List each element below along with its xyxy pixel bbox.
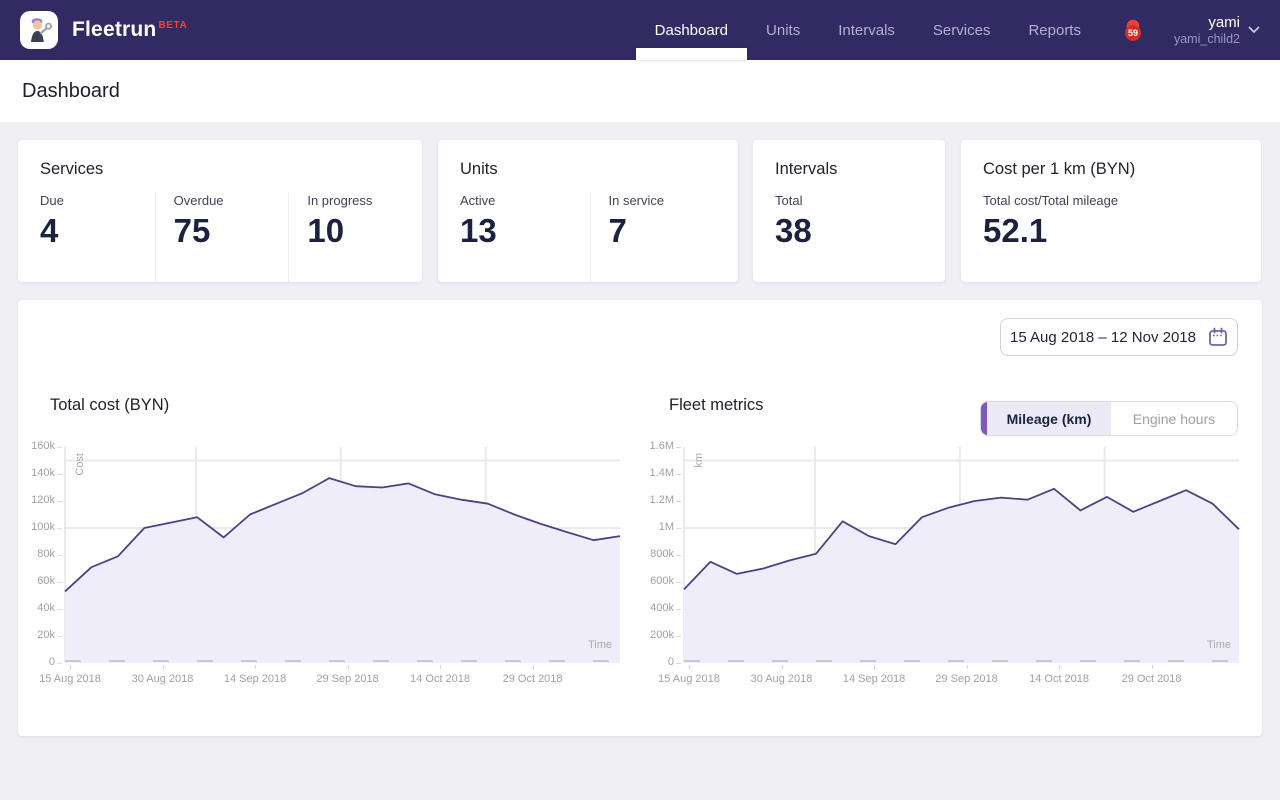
stat-value: 10 bbox=[307, 211, 414, 251]
stat-label: In progress bbox=[307, 193, 414, 208]
brand-name: Fleetrun bbox=[72, 18, 156, 41]
calendar-icon bbox=[1208, 327, 1228, 347]
card-title: Units bbox=[460, 160, 738, 179]
stat-total: Total 38 bbox=[775, 193, 945, 282]
units-card: Units Active 13 In service 7 bbox=[438, 140, 738, 282]
nav-tab-intervals[interactable]: Intervals bbox=[819, 0, 914, 60]
stat-value: 52.1 bbox=[983, 211, 1253, 251]
stat-in-progress: In progress 10 bbox=[288, 193, 422, 282]
user-account: yami_child2 bbox=[1174, 32, 1240, 47]
user-menu[interactable]: yami yami_child2 bbox=[1174, 14, 1260, 47]
stat-value: 75 bbox=[174, 211, 281, 251]
intervals-card: Intervals Total 38 bbox=[753, 140, 945, 282]
nav-tab-dashboard[interactable]: Dashboard bbox=[636, 0, 747, 60]
cost-per-km-card: Cost per 1 km (BYN) Total cost/Total mil… bbox=[961, 140, 1261, 282]
charts-panel: 15 Aug 2018 – 12 Nov 2018 Mileage (km) E… bbox=[18, 300, 1262, 736]
nav-menu: Dashboard Units Intervals Services Repor… bbox=[636, 0, 1100, 60]
total-cost-plot-area[interactable]: 020k40k60k80k100k120k140k160k15 Aug 2018… bbox=[65, 447, 620, 663]
date-range-picker[interactable]: 15 Aug 2018 – 12 Nov 2018 bbox=[1000, 318, 1238, 356]
stat-cost-per-km: Total cost/Total mileage 52.1 $ bbox=[983, 193, 1261, 282]
stat-label: Overdue bbox=[174, 193, 281, 208]
fleet-metrics-chart: Fleet metrics 0200k400k600k800k1M1.2M1.4… bbox=[669, 395, 1273, 663]
brand: FleetrunBETA bbox=[20, 11, 187, 49]
user-name: yami bbox=[1174, 14, 1240, 32]
card-title: Cost per 1 km (BYN) bbox=[983, 160, 1261, 179]
stat-label: Due bbox=[40, 193, 147, 208]
mechanic-logo-icon bbox=[24, 15, 54, 45]
stat-value: 4 bbox=[40, 211, 147, 251]
stat-label: In service bbox=[609, 193, 731, 208]
stat-active: Active 13 bbox=[460, 193, 590, 282]
fleetrun-dashboard-screen: FleetrunBETA Dashboard Units Intervals S… bbox=[0, 0, 1280, 800]
stat-value: 7 bbox=[609, 211, 731, 251]
active-tab-indicator bbox=[636, 48, 747, 60]
stat-label: Active bbox=[460, 193, 582, 208]
chevron-down-icon bbox=[1248, 26, 1260, 34]
beta-badge: BETA bbox=[158, 20, 187, 31]
nav-tab-services[interactable]: Services bbox=[914, 0, 1010, 60]
top-nav: FleetrunBETA Dashboard Units Intervals S… bbox=[0, 0, 1280, 60]
stat-value: 13 bbox=[460, 211, 582, 251]
nav-tab-reports[interactable]: Reports bbox=[1009, 0, 1100, 60]
stat-in-service: In service 7 bbox=[590, 193, 739, 282]
fleet-metrics-plot-area[interactable]: 0200k400k600k800k1M1.2M1.4M1.6M15 Aug 20… bbox=[684, 447, 1239, 663]
nav-tab-units[interactable]: Units bbox=[747, 0, 819, 60]
notification-badge: 59 bbox=[1125, 25, 1141, 41]
app-logo[interactable] bbox=[20, 11, 58, 49]
notifications-button[interactable]: 59 bbox=[1118, 13, 1148, 47]
stat-label: Total bbox=[775, 193, 937, 208]
chart-title: Fleet metrics bbox=[669, 395, 1273, 415]
card-title: Services bbox=[40, 160, 422, 179]
services-card: Services Due 4 Overdue 75 bbox=[18, 140, 422, 282]
page-header: Dashboard bbox=[0, 60, 1280, 122]
card-title: Intervals bbox=[775, 160, 945, 179]
page-title: Dashboard bbox=[22, 80, 120, 103]
date-range-text: 15 Aug 2018 – 12 Nov 2018 bbox=[1010, 329, 1196, 346]
stat-value: 38 bbox=[775, 211, 937, 251]
chart-title: Total cost (BYN) bbox=[50, 395, 654, 415]
stat-label: Total cost/Total mileage bbox=[983, 193, 1253, 208]
stat-due: Due 4 bbox=[40, 193, 155, 282]
stat-overdue: Overdue 75 bbox=[155, 193, 289, 282]
total-cost-chart: Total cost (BYN) 020k40k60k80k100k120k14… bbox=[50, 395, 654, 663]
